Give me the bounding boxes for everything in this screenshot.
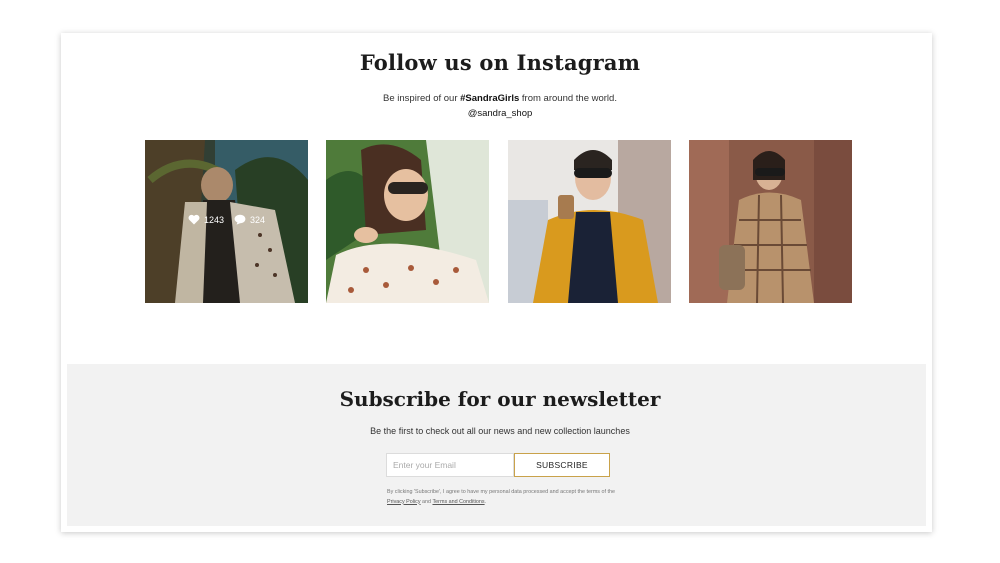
instagram-post-2[interactable]	[326, 140, 489, 303]
instagram-handle[interactable]: @sandra_shop	[0, 108, 1000, 119]
instagram-post-4[interactable]	[689, 140, 852, 303]
instagram-post-3[interactable]	[508, 140, 671, 303]
heart-icon	[188, 214, 200, 225]
instagram-subtitle: Be inspired of our #SandraGirls from aro…	[383, 93, 617, 104]
comments-count: 324	[250, 214, 266, 225]
post-image-3	[508, 140, 671, 303]
likes-stat: 1243	[188, 214, 224, 225]
comment-icon	[234, 214, 246, 225]
comments-stat: 324	[234, 214, 265, 225]
legal-notice: By clicking 'Subscribe', I agree to have…	[387, 489, 615, 505]
likes-count: 1243	[203, 214, 224, 225]
privacy-policy-link[interactable]: Privacy Policy	[387, 499, 421, 505]
subscribe-button[interactable]: SUBSCRIBE	[514, 453, 610, 477]
post-image-2	[326, 140, 489, 303]
newsletter-title: Subscribe for our newsletter	[339, 387, 661, 411]
post-image-4	[689, 140, 852, 303]
post-stats: 1243 324	[145, 214, 308, 225]
terms-link[interactable]: Terms and Conditions	[432, 499, 484, 505]
newsletter-subtitle: Be the first to check out all our news a…	[370, 426, 630, 436]
instagram-title: Follow us on Instagram	[359, 50, 641, 75]
hashtag-link[interactable]: #SandraGirls	[460, 93, 519, 104]
email-input[interactable]	[386, 453, 514, 477]
instagram-post-1[interactable]: 1243 324	[145, 140, 308, 303]
